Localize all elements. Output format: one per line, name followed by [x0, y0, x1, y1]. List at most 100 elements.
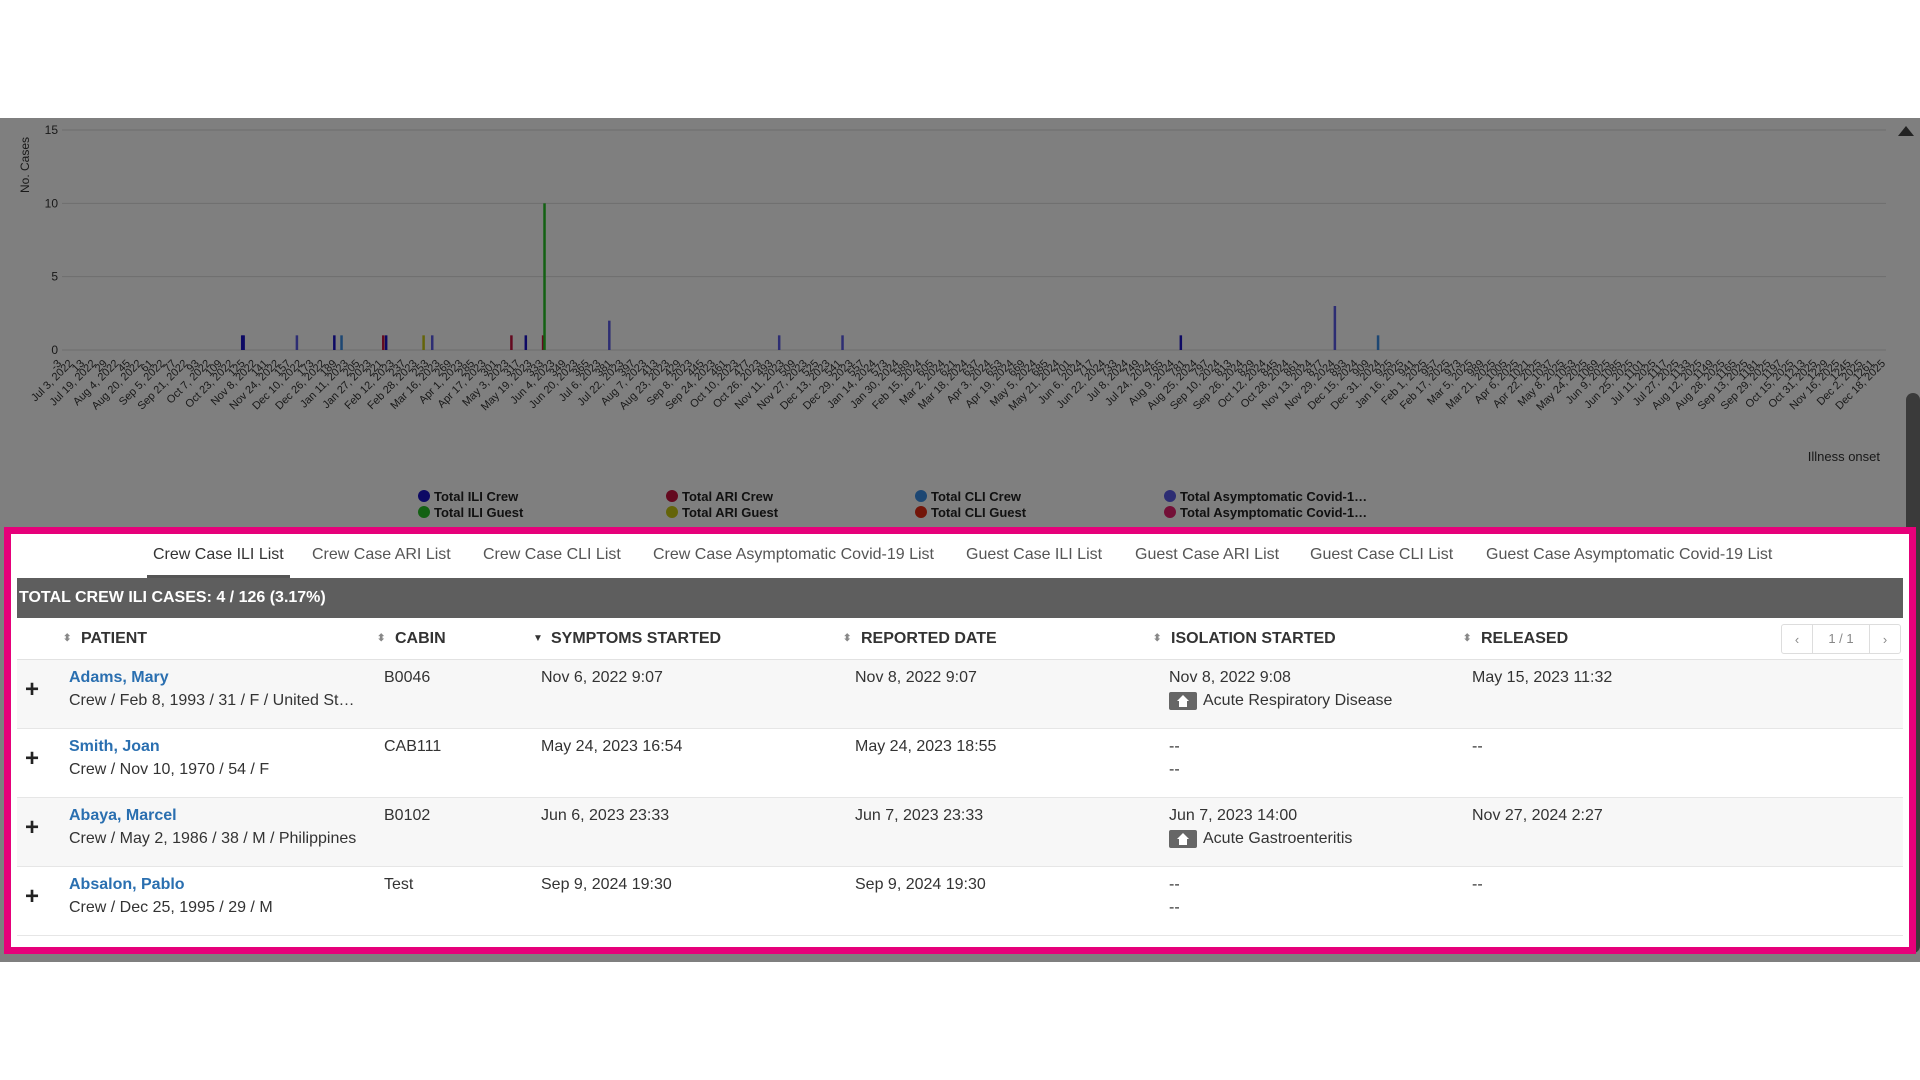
- isolation-started-cell: --: [1169, 876, 1180, 893]
- expand-row-icon[interactable]: +: [23, 816, 41, 840]
- legend-swatch: [915, 490, 927, 502]
- patient-name-link[interactable]: Adams, Mary: [69, 669, 169, 687]
- legend-swatch: [666, 490, 678, 502]
- patient-detail: Crew / May 2, 1986 / 38 / M / Philippine…: [69, 830, 357, 847]
- isolation-reason: --: [1169, 899, 1180, 917]
- chart-bar: [1179, 335, 1183, 350]
- table-row: + Abaya, Marcel Crew / May 2, 1986 / 38 / …: [17, 798, 1903, 867]
- reported-date-cell: Sep 9, 2024 19:30: [855, 876, 986, 893]
- patient-detail: Crew / Dec 25, 1995 / 29 / M: [69, 899, 273, 916]
- summary-bar: TOTAL CREW ILI CASES: 4 / 126 (3.17%): [17, 578, 1903, 618]
- pagination: ‹ 1 / 1 ›: [1781, 624, 1901, 654]
- patient-name-link[interactable]: Abaya, Marcel: [69, 807, 177, 825]
- column-header-label: ISOLATION STARTED: [1171, 630, 1336, 647]
- column-header-label: CABIN: [395, 630, 446, 647]
- tab-guest-case-cli-list[interactable]: Guest Case CLI List: [1310, 534, 1453, 578]
- x-axis-label: Illness onset: [1808, 449, 1881, 464]
- legend-label: Total CLI Guest: [931, 505, 1027, 520]
- legend-label: Total Asymptomatic Covid-1…: [1180, 505, 1367, 520]
- tab-crew-case-asymptomatic-covid-19-list[interactable]: Crew Case Asymptomatic Covid-19 List: [653, 534, 934, 578]
- expand-row-icon[interactable]: +: [23, 678, 41, 702]
- expand-row-icon[interactable]: +: [23, 885, 41, 909]
- y-axis-label: No. Cases: [18, 137, 32, 193]
- chart-bar: [430, 335, 434, 350]
- column-header-reported-date[interactable]: ⬍ REPORTED DATE: [843, 618, 997, 660]
- next-page-button[interactable]: ›: [1870, 632, 1900, 647]
- isolation-reason: Acute Gastroenteritis: [1169, 830, 1352, 848]
- y-tick-label: 15: [45, 123, 59, 137]
- reported-date-cell: Jun 7, 2023 23:33: [855, 807, 984, 824]
- legend-swatch: [1164, 506, 1176, 518]
- isolation-started-cell: Nov 8, 2022 9:08: [1169, 669, 1291, 686]
- isolation-reason-text: --: [1169, 899, 1180, 916]
- released-cell: --: [1472, 738, 1483, 755]
- reported-date-cell: May 24, 2023 18:55: [855, 738, 997, 755]
- isolation-started-cell: --: [1169, 738, 1180, 755]
- case-list-panel: Crew Case ILI List Crew Case ARI List Crew…: [17, 534, 1903, 954]
- column-header-cabin[interactable]: ⬍ CABIN: [377, 618, 446, 660]
- symptoms-started-cell: Nov 6, 2022 9:07: [541, 669, 663, 686]
- scroll-up-arrow-icon[interactable]: [1898, 126, 1914, 136]
- chart-bar: [295, 335, 299, 350]
- column-header-label: REPORTED DATE: [861, 630, 997, 647]
- chart-bar: [543, 203, 546, 350]
- chart-bar: [777, 335, 781, 350]
- patient-name-link[interactable]: Smith, Joan: [69, 738, 160, 756]
- legend-swatch: [666, 506, 678, 518]
- chart-bar: [841, 335, 844, 350]
- sort-icon: ⬍: [1463, 632, 1472, 644]
- column-header-isolation-started[interactable]: ⬍ ISOLATION STARTED: [1153, 618, 1336, 660]
- chart-bar: [382, 335, 385, 350]
- column-header-released[interactable]: ⬍ RELEASED: [1463, 618, 1568, 660]
- chart-bar: [340, 335, 343, 350]
- isolation-reason-text: Acute Respiratory Disease: [1203, 692, 1393, 709]
- page-indicator: 1 / 1: [1812, 625, 1870, 653]
- chart-bar: [524, 335, 528, 350]
- released-cell: May 15, 2023 11:32: [1472, 669, 1613, 686]
- column-header-symptoms-started[interactable]: ▼ SYMPTOMS STARTED: [533, 618, 721, 660]
- table-row: + Smith, Joan Crew / Nov 10, 1970 / 54 / F…: [17, 729, 1903, 798]
- legend-swatch: [1164, 490, 1176, 502]
- prev-page-button[interactable]: ‹: [1782, 632, 1812, 647]
- reported-date-cell: Nov 8, 2022 9:07: [855, 669, 977, 686]
- isolation-reason-text: Acute Gastroenteritis: [1203, 830, 1353, 847]
- y-tick-label: 5: [51, 270, 58, 284]
- isolation-started-cell: Jun 7, 2023 14:00: [1169, 807, 1298, 824]
- home-icon: [1169, 692, 1197, 710]
- table-header: ⬍ PATIENT ⬍ CABIN ▼ SYMPTOMS STARTED ⬍ REPOR…: [17, 618, 1903, 660]
- patient-name-link[interactable]: Absalon, Pablo: [69, 876, 185, 894]
- legend-label: Total ILI Crew: [434, 489, 519, 504]
- tab-crew-case-ili-list[interactable]: Crew Case ILI List: [147, 534, 290, 578]
- chart-bar: [1333, 306, 1337, 350]
- patient-detail: Crew / Feb 8, 1993 / 31 / F / United Sta…: [69, 692, 359, 709]
- column-header-label: SYMPTOMS STARTED: [551, 630, 722, 647]
- y-tick-label: 10: [45, 196, 59, 210]
- tab-guest-case-asymptomatic-covid-19-list[interactable]: Guest Case Asymptomatic Covid-19 List: [1486, 534, 1772, 578]
- home-icon: [1169, 830, 1197, 848]
- sort-desc-icon: ▼: [533, 632, 543, 644]
- symptoms-started-cell: May 24, 2023 16:54: [541, 738, 683, 755]
- legend-label: Total ARI Crew: [682, 489, 774, 504]
- sort-icon: ⬍: [377, 632, 386, 644]
- tab-crew-case-cli-list[interactable]: Crew Case CLI List: [483, 534, 621, 578]
- legend-label: Total Asymptomatic Covid-1…: [1180, 489, 1367, 504]
- cabin-cell: B0046: [384, 669, 431, 686]
- case-list-panel-highlight: Crew Case ILI List Crew Case ARI List Crew…: [4, 527, 1916, 954]
- chart-bar: [384, 335, 388, 350]
- symptoms-started-cell: Sep 9, 2024 19:30: [541, 876, 672, 893]
- tab-guest-case-ili-list[interactable]: Guest Case ILI List: [966, 534, 1102, 578]
- chart-svg: 151050No. Cases-3Jul 3, 202213Jul 19, 20…: [18, 123, 1888, 520]
- app-window: 15 10 5 0 No. Cases -3 Jul 3, 2022 13 Jul 19, 20…: [0, 0, 1920, 1080]
- tab-crew-case-ari-list[interactable]: Crew Case ARI List: [312, 534, 451, 578]
- cabin-cell: B0102: [384, 807, 431, 824]
- isolation-reason-text: --: [1169, 761, 1180, 778]
- illness-onset-chart: 15 10 5 0 No. Cases -3 Jul 3, 2022 13 Jul 19, 20…: [0, 118, 1920, 530]
- legend-label: Total ARI Guest: [682, 505, 779, 520]
- expand-row-icon[interactable]: +: [23, 747, 41, 771]
- released-cell: --: [1472, 876, 1483, 893]
- tab-guest-case-ari-list[interactable]: Guest Case ARI List: [1135, 534, 1279, 578]
- isolation-reason: --: [1169, 761, 1180, 779]
- chart-bar: [242, 335, 245, 350]
- chart-bar: [1376, 335, 1380, 350]
- column-header-patient[interactable]: ⬍ PATIENT: [63, 618, 147, 660]
